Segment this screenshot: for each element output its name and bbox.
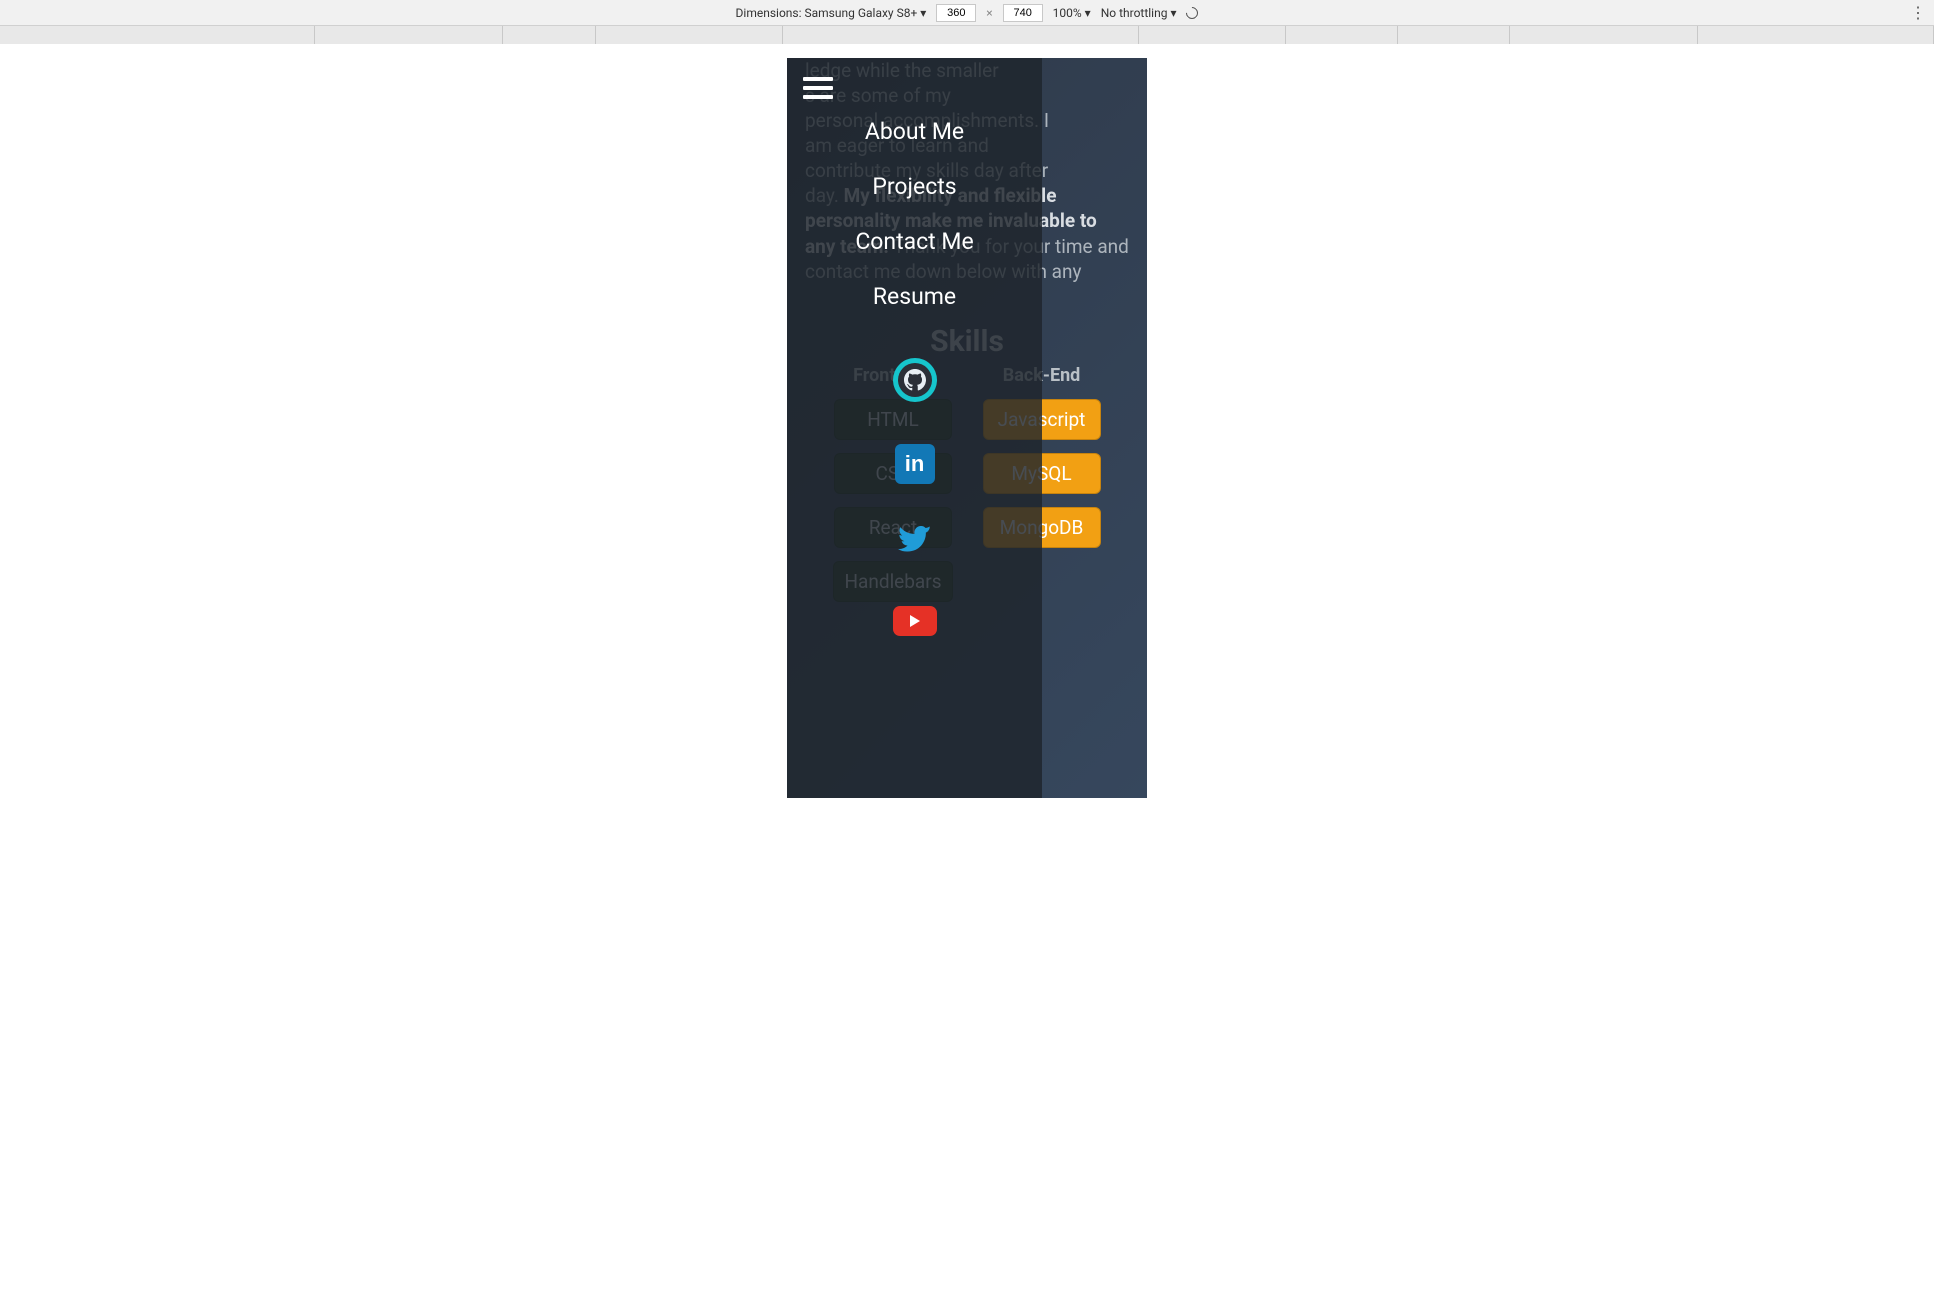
youtube-icon[interactable] [893, 606, 937, 636]
play-icon [910, 615, 920, 627]
twitter-icon[interactable] [895, 526, 935, 564]
throttling-selector[interactable]: No throttling ▾ [1101, 6, 1177, 20]
device-frame: ledge while the smaller s are some of my… [787, 58, 1147, 798]
nav-projects[interactable]: Projects [872, 173, 956, 200]
linkedin-text: in [905, 451, 925, 477]
more-options-icon[interactable]: ⋮ [1910, 3, 1926, 22]
devtools-device-toolbar: Dimensions: Samsung Galaxy S8+ ▾ × 100% … [0, 0, 1934, 26]
zoom-selector[interactable]: 100% ▾ [1053, 6, 1091, 20]
device-selector[interactable]: Dimensions: Samsung Galaxy S8+ ▾ [736, 6, 927, 20]
device-canvas: ledge while the smaller s are some of my… [0, 44, 1934, 1300]
social-links: in [893, 358, 937, 636]
device-width-input[interactable] [936, 4, 976, 22]
responsive-ruler [0, 26, 1934, 44]
nav-resume[interactable]: Resume [873, 283, 956, 310]
nav-contact-me[interactable]: Contact Me [855, 228, 973, 255]
mobile-nav-drawer: About Me Projects Contact Me Resume in [787, 58, 1042, 798]
github-icon[interactable] [893, 358, 937, 402]
device-height-input[interactable] [1003, 4, 1043, 22]
linkedin-icon[interactable]: in [895, 444, 935, 484]
hamburger-icon[interactable] [803, 72, 833, 104]
dimension-multiply: × [986, 6, 992, 20]
nav-links: About Me Projects Contact Me Resume [855, 118, 973, 310]
nav-about-me[interactable]: About Me [865, 118, 964, 145]
rotate-icon[interactable] [1184, 4, 1201, 21]
